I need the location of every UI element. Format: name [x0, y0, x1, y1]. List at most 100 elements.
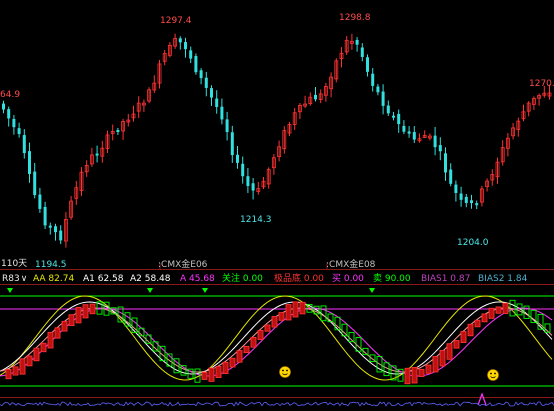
- indicator-selector[interactable]: R83∨: [2, 274, 27, 284]
- indicator-a: A 45.68: [180, 274, 215, 284]
- candlestick-series: [2, 33, 552, 248]
- candle-body: [184, 42, 187, 50]
- step-box: [89, 303, 96, 315]
- step-box: [278, 312, 285, 321]
- step-box: [432, 356, 439, 373]
- candle-body: [12, 118, 16, 128]
- indicator-bias2: BIAS2 1.84: [478, 274, 528, 284]
- candle-body: [241, 163, 245, 177]
- down-arrow-icon: [369, 288, 375, 293]
- indicator-a1: A1 62.58: [83, 274, 124, 284]
- price-chart-canvas[interactable]: [0, 0, 554, 411]
- contract-label-1: :CMX金E06: [158, 260, 208, 270]
- left-price-label: 64.9: [0, 90, 21, 100]
- candle-body: [204, 77, 208, 88]
- step-box: [229, 357, 236, 368]
- candle-body: [392, 115, 395, 118]
- candle-body: [381, 91, 385, 106]
- candle-body: [48, 225, 52, 228]
- candle-body: [246, 176, 250, 186]
- step-box: [208, 367, 215, 382]
- step-box: [299, 301, 306, 315]
- step-box: [68, 314, 75, 327]
- smiley-eye: [286, 369, 288, 372]
- down-arrow-icon: [147, 288, 153, 293]
- candle-body: [210, 88, 213, 98]
- candle-body: [438, 145, 442, 152]
- candle-body: [236, 154, 239, 163]
- right-price-label: 1270.0: [529, 79, 554, 89]
- candle-body: [178, 38, 182, 43]
- step-box: [495, 306, 502, 314]
- smiley-icon: [487, 369, 499, 381]
- indicator-panel: [0, 288, 554, 407]
- candle-body: [464, 196, 468, 203]
- step-box: [222, 361, 229, 374]
- candle-body: [230, 132, 234, 156]
- chevron-down-icon[interactable]: ∨: [21, 274, 28, 284]
- step-box: [418, 368, 425, 377]
- candle-body: [28, 151, 31, 174]
- step-box: [40, 342, 47, 353]
- bias-noise-line: [0, 401, 554, 407]
- step-box: [460, 331, 467, 344]
- candle-body: [475, 203, 479, 206]
- step-box: [481, 313, 488, 323]
- candle-body: [444, 153, 447, 173]
- candle-body: [314, 94, 317, 100]
- indicator-buy: 买 0.00: [332, 274, 364, 284]
- candle-body: [433, 135, 437, 148]
- smiley-eye: [490, 372, 492, 375]
- low-price-label-2: 1214.3: [240, 215, 272, 225]
- indicator-aa: AA 82.74: [33, 274, 75, 284]
- step-box: [12, 366, 19, 376]
- step-box: [474, 319, 481, 328]
- up-arrow-icon: [477, 392, 487, 406]
- step-box: [425, 364, 432, 374]
- indicator-bias1: BIAS1 0.87: [421, 274, 471, 284]
- candle-body: [194, 56, 198, 73]
- step-box: [5, 368, 12, 380]
- high-price-label-1: 1297.4: [160, 16, 192, 26]
- step-box: [236, 350, 243, 363]
- candle-body: [454, 184, 458, 193]
- step-box: [271, 316, 278, 328]
- contract-label-2: :CMX金E08: [326, 260, 376, 270]
- candle-body: [449, 169, 453, 184]
- down-arrow-icon: [202, 288, 208, 293]
- candle-body: [459, 193, 463, 200]
- high-price-label-2: 1298.8: [339, 13, 371, 23]
- smiley-icon: [279, 366, 291, 378]
- candle-body: [251, 183, 255, 191]
- indicator-watch: 关注 0.00: [222, 274, 263, 284]
- step-box: [467, 323, 474, 337]
- candle-body: [22, 135, 26, 154]
- candle-body: [376, 86, 380, 93]
- step-box: [243, 345, 250, 354]
- smiley-eye: [282, 369, 284, 372]
- candle-body: [412, 132, 416, 140]
- step-box: [404, 367, 411, 385]
- step-box: [264, 324, 271, 332]
- period-label: 110天: [1, 259, 28, 269]
- candle-body: [33, 171, 37, 196]
- candle-body: [54, 226, 57, 233]
- low-price-label-3: 1204.0: [457, 238, 489, 248]
- step-box: [26, 355, 33, 367]
- step-box: [446, 343, 453, 360]
- candle-body: [470, 200, 473, 204]
- indicator-a2: A2 58.48: [130, 274, 171, 284]
- step-box: [292, 301, 299, 318]
- step-box: [285, 304, 292, 321]
- candle-body: [225, 119, 229, 133]
- candle-body: [220, 106, 224, 120]
- candle-body: [43, 206, 47, 226]
- candle-body: [199, 70, 203, 79]
- candle-body: [371, 73, 375, 86]
- smiley-eye: [494, 372, 496, 375]
- candle-body: [215, 98, 219, 107]
- indicator-sell: 卖 90.00: [373, 274, 411, 284]
- candle-body: [59, 230, 63, 241]
- step-box: [61, 320, 68, 332]
- step-box: [47, 331, 54, 349]
